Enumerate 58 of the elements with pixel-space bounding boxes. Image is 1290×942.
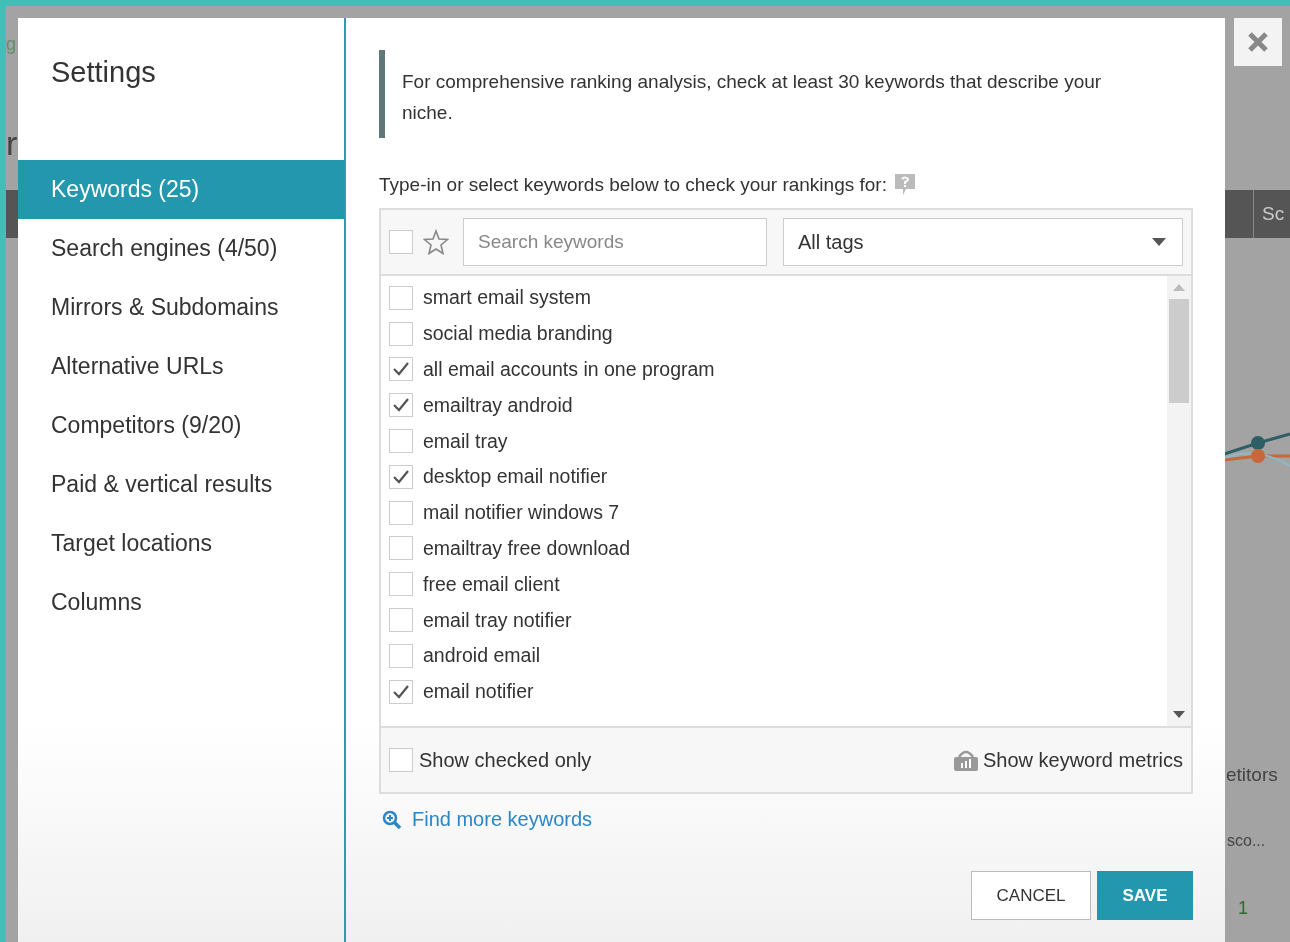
keyword-text[interactable]: emailtray free download (423, 536, 631, 560)
checkbox[interactable] (389, 321, 413, 346)
nav-item[interactable]: Search engines (4/50) (18, 219, 344, 278)
value-text: 1 (1238, 898, 1248, 919)
column-header[interactable]: sco... (1227, 832, 1266, 850)
scroll-down-icon (1173, 711, 1185, 718)
keyword-text[interactable]: email notifier (423, 680, 534, 704)
background-text: r (6, 124, 18, 163)
search-field[interactable]: Search keywords (463, 218, 767, 266)
keyword-text[interactable]: email tray notifier (423, 608, 572, 632)
nav-item[interactable]: Target locations (18, 514, 344, 573)
notice-text: For comprehensive ranking analysis, check at least 30 keywords that describe your niche. (379, 50, 1193, 138)
search-icon (382, 809, 402, 830)
background-text: g (6, 34, 16, 55)
cancel-button[interactable]: CANCEL (971, 871, 1091, 920)
close-icon (1247, 31, 1269, 53)
tab[interactable]: Sc (1253, 190, 1285, 238)
checkbox[interactable] (389, 643, 413, 668)
nav-item[interactable]: Columns (18, 573, 344, 632)
keyword-text[interactable]: android email (423, 644, 541, 668)
checkbox[interactable] (389, 393, 413, 418)
scrollbar-thumb[interactable] (1169, 299, 1189, 403)
caret-icon (1152, 238, 1166, 246)
checkbox[interactable] (389, 500, 413, 525)
scrollbar[interactable] (1167, 276, 1191, 726)
instruction-text: Type-in or select keywords below to check your rankings for: (379, 174, 887, 196)
nav-item[interactable]: Mirrors & Subdomains (18, 278, 344, 337)
keyword-text[interactable]: desktop email notifier (423, 465, 608, 489)
keyword-text[interactable]: social media branding (423, 322, 613, 346)
keyword-text[interactable]: emailtray android (423, 393, 573, 417)
nav-item[interactable]: Paid & vertical results (18, 455, 344, 514)
checkbox[interactable] (389, 429, 413, 454)
checkbox[interactable] (389, 748, 413, 772)
star-icon (423, 229, 449, 255)
keyword-text[interactable]: free email client (423, 572, 560, 596)
checkbox-label[interactable]: Show checked only (419, 748, 592, 772)
checkbox[interactable] (389, 357, 413, 382)
nav-item[interactable]: Alternative URLs (18, 337, 344, 396)
scroll-up-icon (1173, 284, 1185, 291)
checkbox[interactable] (389, 572, 413, 597)
checkbox[interactable] (389, 536, 413, 561)
help-icon (894, 174, 915, 196)
dialog-title: Settings (50, 55, 157, 90)
checkbox[interactable] (389, 285, 413, 310)
keyword-text[interactable]: email tray (423, 429, 508, 453)
checkbox[interactable] (389, 608, 413, 633)
nav-item[interactable]: Competitors (9/20) (18, 396, 344, 455)
keyword-text[interactable]: all email accounts in one program (423, 358, 715, 381)
section-label: etitors (1226, 764, 1278, 786)
checkbox[interactable] (389, 230, 413, 254)
checkbox[interactable] (389, 679, 413, 704)
keyword-text[interactable]: mail notifier windows 7 (423, 501, 620, 525)
checkbox[interactable] (389, 464, 413, 489)
tag-dropdown[interactable]: All tags (783, 218, 1183, 266)
keyword-text[interactable]: smart email system (423, 286, 591, 310)
find-more-link[interactable]: Find more keywords (412, 808, 593, 831)
close-button[interactable] (1234, 18, 1282, 66)
metrics-link[interactable]: Show keyword metrics (982, 748, 1183, 772)
